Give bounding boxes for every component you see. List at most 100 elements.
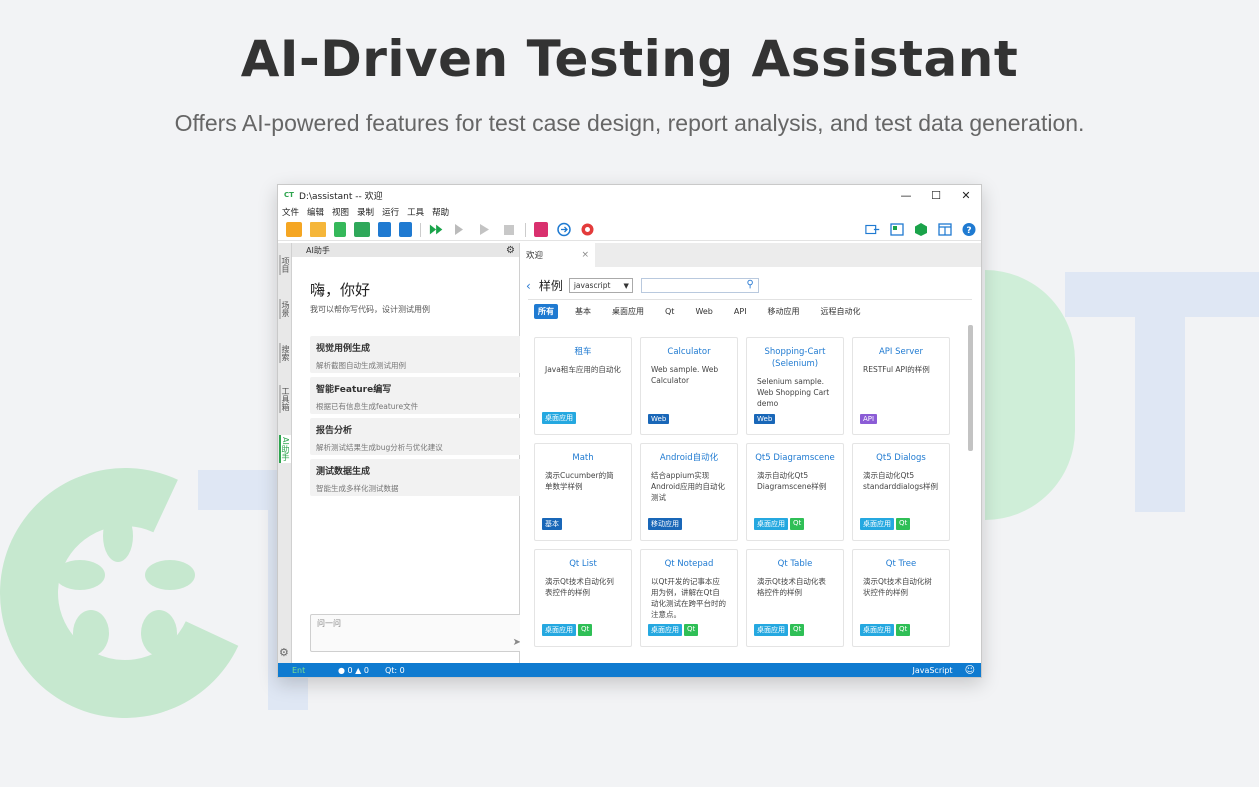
sample-card-title[interactable]: Qt Notepad — [641, 558, 737, 570]
menu-file[interactable]: 文件 — [282, 206, 299, 218]
sample-card[interactable]: Qt Table 演示Qt技术自动化表格控件的样例 桌面应用 Qt — [746, 549, 844, 647]
status-language[interactable]: JavaScript — [912, 666, 952, 675]
tab-close-icon[interactable]: × — [581, 250, 589, 260]
filter-all[interactable]: 所有 — [534, 304, 558, 319]
ai-feature-card[interactable]: 报告分析 解析测试结果生成bug分析与优化建议 — [310, 418, 526, 455]
sample-card-tags: 桌面应用 Qt — [860, 518, 912, 530]
cards-scrollbar[interactable] — [968, 325, 973, 451]
side-tab-ai-assistant[interactable]: AI助手 — [279, 435, 291, 463]
side-tab-toolbox[interactable]: 工具箱 — [279, 385, 291, 413]
sample-card[interactable]: Qt5 Dialogs 演示自动化Qt5 standarddialogs样例桌面应… — [852, 443, 950, 541]
status-issues[interactable]: ● 0 ▲ 0 — [338, 666, 369, 675]
hero-title: AI-Driven Testing Assistant — [240, 30, 1019, 88]
tab-welcome[interactable]: 欢迎 × — [520, 243, 595, 267]
ai-feature-card[interactable]: 智能Feature编写 根据已有信息生成feature文件 — [310, 377, 526, 414]
feedback-smiley-icon[interactable]: ☺ — [965, 665, 975, 676]
sample-card-title[interactable]: Qt Table — [747, 558, 843, 570]
layout-icon[interactable] — [889, 222, 905, 237]
title-bar: CT D:\assistant -- 欢迎 — ☐ ✕ — [278, 185, 981, 205]
sample-card[interactable]: Qt List 演示Qt技术自动化列表控件的样例 桌面应用 Qt — [534, 549, 632, 647]
menu-tools[interactable]: 工具 — [407, 206, 424, 218]
sample-search-input[interactable]: ⚲ — [640, 278, 759, 293]
filter-remote[interactable]: 远程自动化 — [817, 304, 865, 319]
window-icon[interactable] — [937, 222, 953, 237]
new-icon[interactable] — [286, 222, 302, 237]
export-icon[interactable] — [865, 222, 881, 237]
minimize-button[interactable]: — — [891, 189, 921, 202]
ai-feature-card[interactable]: 视觉用例生成 解析截图自动生成测试用例 — [310, 336, 526, 373]
step-icon[interactable] — [453, 222, 469, 237]
ai-input-placeholder: 问一问 — [317, 619, 341, 628]
sample-card[interactable]: API Server RESTFul API的样例 API — [852, 337, 950, 435]
settings-gear-icon[interactable]: ⚙ — [279, 646, 289, 659]
sample-card-desc: 演示自动化Qt5 standarddialogs样例 — [863, 471, 939, 491]
save-all-icon[interactable] — [399, 222, 412, 237]
sample-card[interactable]: Math 演示Cucumber的简单数学样例 基本 — [534, 443, 632, 541]
new-file-icon[interactable] — [334, 222, 346, 237]
ai-panel-gear-icon[interactable]: ⚙ — [506, 245, 515, 256]
sample-card[interactable]: Qt5 Diagramscene 演示自动化Qt5 Diagramscene样例桌… — [746, 443, 844, 541]
menu-record[interactable]: 录制 — [357, 206, 374, 218]
sample-tag: Qt — [896, 518, 911, 530]
toolbar-separator — [420, 222, 421, 237]
stop-icon[interactable] — [501, 222, 517, 237]
sample-card-desc: Java租车应用的自动化 — [545, 365, 621, 374]
run-icon[interactable] — [477, 222, 493, 237]
save-icon[interactable] — [378, 222, 391, 237]
filter-desktop[interactable]: 桌面应用 — [608, 304, 648, 319]
menu-edit[interactable]: 编辑 — [307, 206, 324, 218]
sample-card[interactable]: 租车 Java租车应用的自动化 桌面应用 — [534, 337, 632, 435]
sample-card-title[interactable]: 租车 — [535, 346, 631, 358]
filter-basic[interactable]: 基本 — [571, 304, 595, 319]
open-project-icon[interactable] — [354, 222, 370, 237]
sample-card-title[interactable]: API Server — [853, 346, 949, 358]
menu-view[interactable]: 视图 — [332, 206, 349, 218]
tab-label: 欢迎 — [526, 251, 544, 261]
menu-run[interactable]: 运行 — [382, 206, 399, 218]
package-icon[interactable] — [913, 222, 929, 237]
filter-qt[interactable]: Qt — [661, 305, 678, 318]
run-all-icon[interactable] — [429, 222, 445, 237]
sample-card-title[interactable]: Shopping-Cart (Selenium) — [747, 346, 843, 370]
sample-card-tags: Web — [754, 414, 777, 424]
sample-card-title[interactable]: Qt List — [535, 558, 631, 570]
status-edition: Ent — [292, 665, 306, 675]
side-tab-project[interactable]: 项目 — [279, 255, 291, 275]
filter-web[interactable]: Web — [691, 305, 716, 318]
sample-card[interactable]: Calculator Web sample. Web Calculator Web — [640, 337, 738, 435]
filter-api[interactable]: API — [730, 305, 751, 318]
filter-mobile[interactable]: 移动应用 — [764, 304, 804, 319]
search-icon[interactable]: ⚲ — [747, 279, 754, 290]
sample-card-title[interactable]: Qt Tree — [853, 558, 949, 570]
maximize-button[interactable]: ☐ — [921, 189, 951, 202]
app-logo-icon: CT — [284, 190, 294, 199]
sample-card[interactable]: Android自动化 结合appium实现Android应用的自动化测试 移动应用 — [640, 443, 738, 541]
sample-card-title[interactable]: Math — [535, 452, 631, 464]
help-icon[interactable]: ? — [961, 222, 977, 237]
sample-card-title[interactable]: Calculator — [641, 346, 737, 358]
sample-card-title[interactable]: Qt5 Dialogs — [853, 452, 949, 464]
svg-text:?: ? — [966, 226, 971, 236]
sample-card-title[interactable]: Android自动化 — [641, 452, 737, 464]
language-select[interactable]: javascript ▼ — [568, 278, 633, 293]
back-chevron-icon[interactable]: ‹ — [526, 279, 531, 293]
hero-subtitle: Offers AI-powered features for test case… — [174, 110, 1085, 136]
sample-card[interactable]: Qt Tree 演示Qt技术自动化树状控件的样例 桌面应用 Qt — [852, 549, 950, 647]
sample-tag: 桌面应用 — [542, 624, 576, 636]
terminal-icon[interactable] — [534, 222, 548, 237]
main-panel: 欢迎 × ‹ 样例 javascript ▼ ⚲ 所有 基本 桌面应用 Qt W… — [520, 243, 981, 663]
menu-help[interactable]: 帮助 — [432, 206, 449, 218]
navigate-icon[interactable] — [556, 222, 572, 237]
sample-card[interactable]: Qt Notepad 以Qt开发的记事本应用为例，讲解在Qt自动化测试在跨平台时的… — [640, 549, 738, 647]
side-tab-scenario[interactable]: 场景 — [279, 299, 291, 319]
sample-tag: Qt — [790, 518, 805, 530]
side-tab-search[interactable]: 搜索 — [279, 343, 291, 363]
close-button[interactable]: ✕ — [951, 189, 981, 202]
record-icon[interactable] — [580, 222, 596, 237]
sample-card[interactable]: Shopping-Cart (Selenium) Selenium sample.… — [746, 337, 844, 435]
ai-chat-input[interactable]: 问一问 ➤ — [310, 614, 526, 652]
bg-decoration — [55, 500, 195, 670]
ai-feature-card[interactable]: 测试数据生成 智能生成多样化测试数据 — [310, 459, 526, 496]
sample-card-title[interactable]: Qt5 Diagramscene — [747, 452, 843, 464]
open-folder-icon[interactable] — [310, 222, 326, 237]
